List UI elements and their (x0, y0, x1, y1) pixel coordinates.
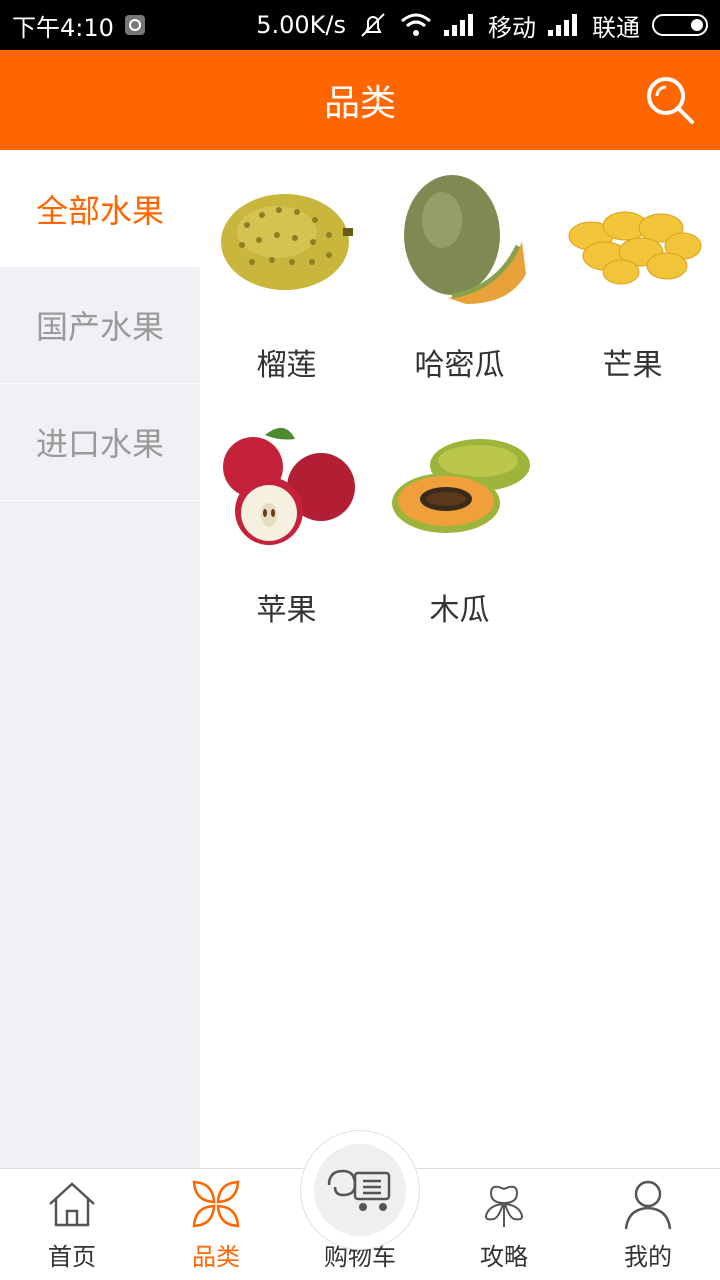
product-item-durian[interactable]: 榴莲 (200, 170, 373, 405)
notification-icon (124, 14, 146, 36)
category-sidebar: 全部水果 国产水果 进口水果 (0, 150, 200, 1168)
wifi-icon (400, 13, 432, 37)
product-grid-area: 榴莲 哈密瓜 芒果 苹果 木瓜 (200, 150, 720, 1168)
papaya-image (391, 439, 530, 533)
tab-label: 首页 (48, 1243, 96, 1271)
battery-icon (652, 14, 708, 36)
carrier-2: 联通 (592, 13, 640, 42)
product-name: 芒果 (602, 348, 663, 383)
status-time: 下午4:10 (12, 13, 114, 42)
product-item-hami-melon[interactable]: 哈密瓜 (373, 170, 546, 405)
hami-melon-image (403, 175, 526, 304)
sidebar-item-imported-fruits[interactable]: 进口水果 (0, 384, 200, 501)
tab-home[interactable]: 首页 (0, 1169, 144, 1280)
carrier-1: 移动 (488, 13, 536, 42)
sidebar-item-label: 国产水果 (35, 308, 164, 346)
tab-category[interactable]: 品类 (144, 1169, 288, 1280)
apple-image (222, 427, 355, 545)
mute-icon (358, 12, 388, 38)
cart-button-inner (314, 1144, 406, 1236)
product-name: 哈密瓜 (414, 348, 505, 383)
durian-image (220, 194, 353, 290)
tab-label: 我的 (624, 1243, 672, 1271)
sidebar-item-label: 全部水果 (35, 191, 164, 230)
tab-guide[interactable]: 攻略 (432, 1169, 576, 1280)
search-icon[interactable] (644, 74, 696, 126)
product-grid: 榴莲 哈密瓜 芒果 苹果 木瓜 (200, 150, 720, 650)
signal-icon (548, 14, 580, 36)
cart-icon (327, 1169, 391, 1211)
product-name: 榴莲 (256, 348, 317, 383)
network-speed: 5.00K/s (256, 11, 346, 39)
tab-label: 攻略 (480, 1243, 528, 1271)
tab-label: 品类 (192, 1243, 240, 1271)
clover-icon (484, 1185, 524, 1227)
page-title: 品类 (323, 83, 396, 124)
home-icon (49, 1182, 95, 1227)
status-bar: 下午4:10 5.00K/s 移动 联通 (0, 0, 720, 50)
sidebar-item-label: 进口水果 (35, 425, 164, 463)
cart-button[interactable] (300, 1130, 420, 1250)
signal-icon (444, 14, 476, 36)
product-name: 苹果 (256, 593, 317, 628)
product-name: 木瓜 (429, 593, 490, 628)
product-item-papaya[interactable]: 木瓜 (373, 415, 546, 650)
sidebar-item-domestic-fruits[interactable]: 国产水果 (0, 267, 200, 384)
mango-image (568, 211, 701, 285)
product-item-apple[interactable]: 苹果 (200, 415, 373, 650)
user-icon (624, 1180, 672, 1230)
sidebar-item-all-fruits[interactable]: 全部水果 (0, 150, 200, 267)
product-item-mango[interactable]: 芒果 (546, 170, 719, 405)
tab-mine[interactable]: 我的 (576, 1169, 720, 1280)
category-icon (192, 1180, 240, 1228)
app-bar: 品类 (0, 50, 720, 150)
